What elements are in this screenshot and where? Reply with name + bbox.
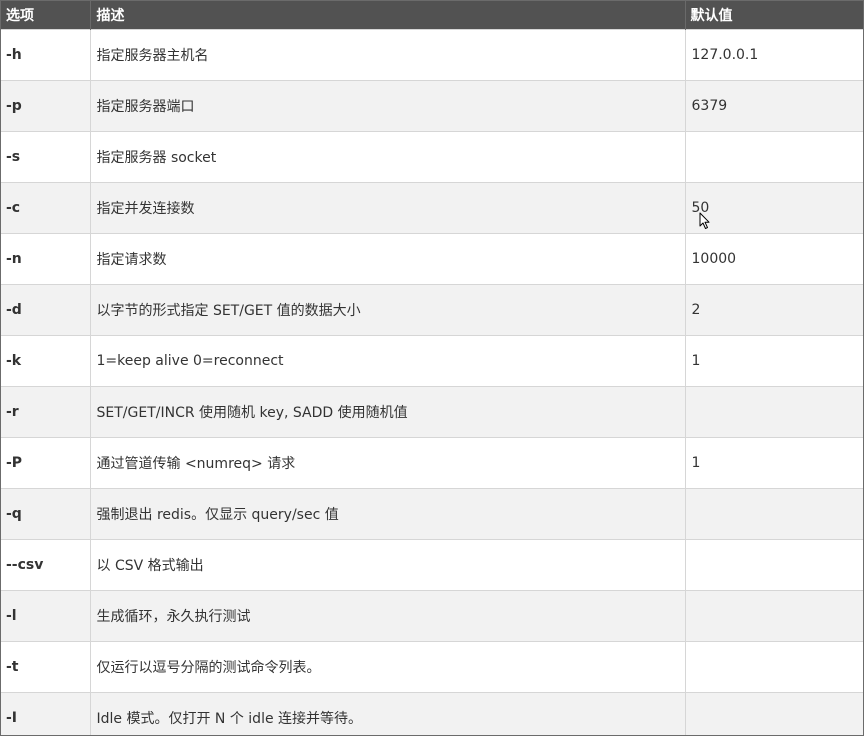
option-cell: -t <box>1 640 91 692</box>
table-row: -p 指定服务器端口 6379 <box>1 79 863 131</box>
table-row: -c 指定并发连接数 50 <box>1 181 863 233</box>
table-row: --csv 以 CSV 格式输出 <box>1 538 863 590</box>
default-cell: 10000 <box>685 232 863 284</box>
table-row: -n 指定请求数 10000 <box>1 232 863 284</box>
default-cell <box>685 538 863 590</box>
description-cell: Idle 模式。仅打开 N 个 idle 连接并等待。 <box>90 691 686 735</box>
table-row: -h 指定服务器主机名 127.0.0.1 <box>1 28 863 80</box>
description-cell: 指定服务器 socket <box>90 130 686 182</box>
default-cell: 1 <box>685 334 863 386</box>
description-cell: 强制退出 redis。仅显示 query/sec 值 <box>90 487 686 539</box>
table-row: -l 生成循环，永久执行测试 <box>1 589 863 641</box>
option-cell: -l <box>1 589 91 641</box>
default-cell: 6379 <box>685 79 863 131</box>
option-cell: -P <box>1 436 91 488</box>
table-row: -k 1=keep alive 0=reconnect 1 <box>1 334 863 386</box>
option-cell: -k <box>1 334 91 386</box>
table-row: -r SET/GET/INCR 使用随机 key, SADD 使用随机值 <box>1 385 863 437</box>
redis-benchmark-options-table: 选项 描述 默认值 -h 指定服务器主机名 127.0.0.1 -p 指定服务器… <box>1 1 863 735</box>
default-cell <box>685 589 863 641</box>
default-cell: 2 <box>685 283 863 335</box>
header-description: 描述 <box>90 1 686 29</box>
option-cell: -s <box>1 130 91 182</box>
default-cell: 50 <box>685 181 863 233</box>
option-cell: -p <box>1 79 91 131</box>
options-table-container: 选项 描述 默认值 -h 指定服务器主机名 127.0.0.1 -p 指定服务器… <box>0 0 864 736</box>
table-header-row: 选项 描述 默认值 <box>1 1 863 29</box>
description-cell: 指定并发连接数 <box>90 181 686 233</box>
option-cell: -r <box>1 385 91 437</box>
default-cell: 1 <box>685 436 863 488</box>
default-cell: 127.0.0.1 <box>685 28 863 80</box>
option-cell: -h <box>1 28 91 80</box>
description-cell: 指定服务器主机名 <box>90 28 686 80</box>
description-cell: 指定服务器端口 <box>90 79 686 131</box>
option-cell: -q <box>1 487 91 539</box>
description-cell: 仅运行以逗号分隔的测试命令列表。 <box>90 640 686 692</box>
table-row: -s 指定服务器 socket <box>1 130 863 182</box>
header-default: 默认值 <box>685 1 863 29</box>
option-cell: -I <box>1 691 91 735</box>
table-row: -I Idle 模式。仅打开 N 个 idle 连接并等待。 <box>1 691 863 735</box>
default-cell <box>685 640 863 692</box>
description-cell: 生成循环，永久执行测试 <box>90 589 686 641</box>
option-cell: --csv <box>1 538 91 590</box>
table-row: -d 以字节的形式指定 SET/GET 值的数据大小 2 <box>1 283 863 335</box>
option-cell: -c <box>1 181 91 233</box>
description-cell: 以字节的形式指定 SET/GET 值的数据大小 <box>90 283 686 335</box>
header-option: 选项 <box>1 1 91 29</box>
description-cell: 1=keep alive 0=reconnect <box>90 334 686 386</box>
table-row: -q 强制退出 redis。仅显示 query/sec 值 <box>1 487 863 539</box>
description-cell: 指定请求数 <box>90 232 686 284</box>
description-cell: SET/GET/INCR 使用随机 key, SADD 使用随机值 <box>90 385 686 437</box>
table-row: -t 仅运行以逗号分隔的测试命令列表。 <box>1 640 863 692</box>
option-cell: -n <box>1 232 91 284</box>
default-cell <box>685 385 863 437</box>
description-cell: 以 CSV 格式输出 <box>90 538 686 590</box>
option-cell: -d <box>1 283 91 335</box>
description-cell: 通过管道传输 <numreq> 请求 <box>90 436 686 488</box>
default-cell <box>685 130 863 182</box>
default-cell <box>685 691 863 735</box>
table-row: -P 通过管道传输 <numreq> 请求 1 <box>1 436 863 488</box>
default-cell <box>685 487 863 539</box>
